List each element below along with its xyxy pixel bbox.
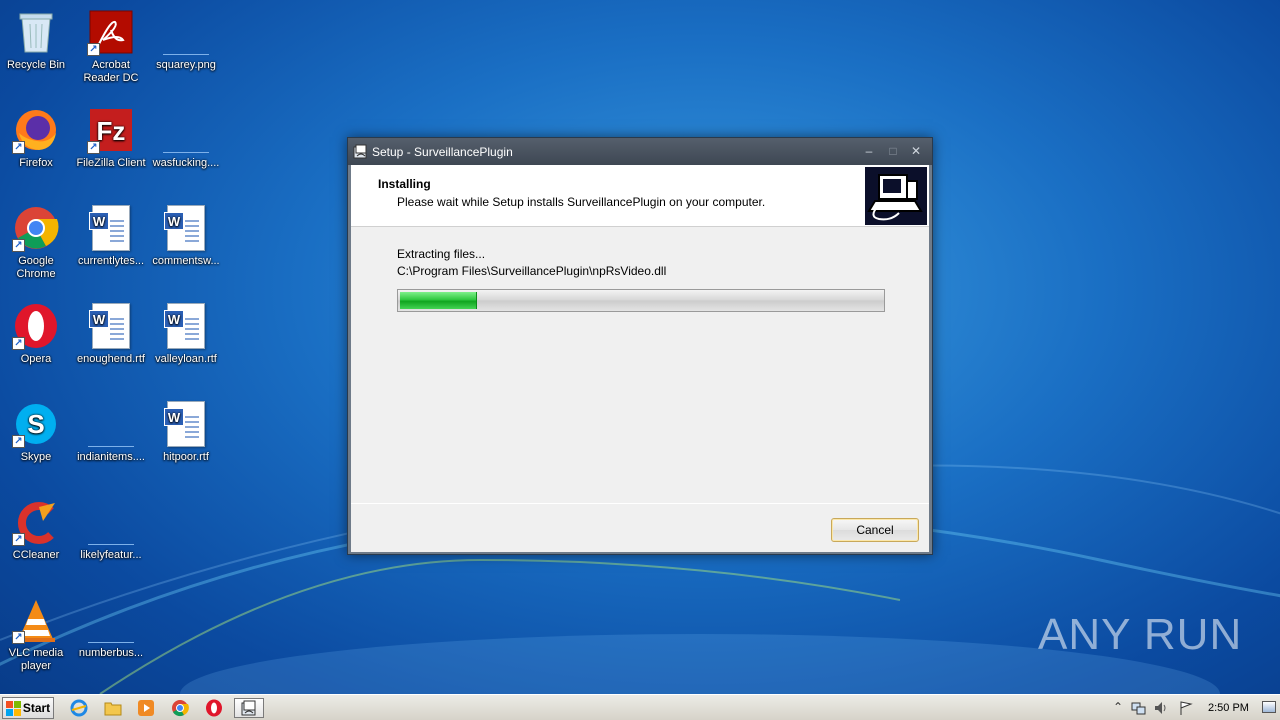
close-button[interactable]: ✕	[907, 143, 925, 159]
desktop-icon-label: currentlytes...	[77, 255, 145, 267]
progress-fill	[400, 292, 478, 309]
file-icon	[88, 619, 134, 643]
maximize-button[interactable]: □	[884, 143, 902, 159]
desktop-icon-label: commentsw...	[152, 255, 220, 267]
desktop-icon-acrobat[interactable]: ↗ Acrobat Reader DC	[73, 8, 149, 85]
desktop-icon-label: numberbus...	[78, 647, 144, 659]
desktop-icon-chrome[interactable]: ↗ Google Chrome	[0, 204, 74, 281]
desktop-icon-currentlytes[interactable]: W currentlytes...	[73, 204, 149, 268]
install-progress-bar	[397, 289, 885, 312]
network-icon[interactable]	[1130, 700, 1146, 716]
desktop-icon-label: Skype	[20, 451, 52, 463]
desktop-icon-squarey[interactable]: squarey.png	[148, 8, 224, 72]
start-label: Start	[22, 701, 51, 715]
recycle-bin-icon	[12, 8, 60, 56]
ccleaner-icon: ↗	[12, 498, 60, 546]
opera-taskbar-icon[interactable]	[203, 698, 225, 718]
page-subtitle: Please wait while Setup installs Surveil…	[397, 195, 766, 209]
setup-app-icon	[353, 144, 369, 160]
window-client-area: Installing Please wait while Setup insta…	[351, 165, 929, 552]
word-doc-icon: W	[89, 205, 130, 251]
word-doc-icon: W	[164, 205, 205, 251]
word-doc-icon: W	[164, 303, 205, 349]
explorer-icon[interactable]	[102, 698, 124, 718]
skype-icon: S ↗	[12, 400, 60, 448]
installer-computer-icon	[865, 167, 927, 225]
setup-taskbar-button[interactable]	[234, 698, 264, 718]
chrome-taskbar-icon[interactable]	[169, 698, 191, 718]
volume-icon[interactable]	[1153, 700, 1169, 716]
system-clock[interactable]: 2:50 PM	[1208, 702, 1249, 714]
desktop-icon-label: indianitems....	[77, 451, 145, 463]
desktop-icon-numberbus[interactable]: numberbus...	[73, 596, 149, 660]
setup-window: Setup - SurveillancePlugin – □ ✕ Install…	[347, 137, 933, 555]
desktop-icon-vlc[interactable]: ↗ VLC media player	[0, 596, 74, 673]
desktop-icon-label: valleyloan.rtf	[155, 353, 217, 365]
ie-icon[interactable]	[68, 698, 90, 718]
svg-text:S: S	[27, 409, 44, 439]
opera-icon: ↗	[12, 302, 60, 350]
desktop-icon-label: Acrobat Reader DC	[83, 59, 139, 84]
desktop-icon-commentsw[interactable]: W commentsw...	[148, 204, 224, 268]
show-hidden-icons-icon[interactable]: ⌃	[1110, 700, 1126, 716]
desktop-icon-filezilla[interactable]: Fz ↗ FileZilla Client	[73, 106, 149, 170]
vlc-icon: ↗	[12, 596, 60, 644]
firefox-icon: ↗	[12, 106, 60, 154]
desktop-icon-label: wasfucking....	[152, 157, 220, 169]
desktop-icon-skype[interactable]: S ↗ Skype	[0, 400, 74, 464]
desktop-icon-label: Firefox	[19, 157, 53, 169]
window-titlebar[interactable]: Setup - SurveillancePlugin – □ ✕	[348, 138, 932, 165]
current-file-path: C:\Program Files\SurveillancePlugin\npRs…	[397, 264, 667, 278]
desktop-icon-label: hitpoor.rtf	[163, 451, 209, 463]
desktop-icon-label: enoughend.rtf	[77, 353, 145, 365]
image-file-icon	[163, 31, 209, 55]
action-center-flag-icon[interactable]	[1178, 700, 1194, 716]
word-doc-icon: W	[89, 303, 130, 349]
windows-logo-icon	[5, 701, 21, 716]
window-title: Setup - SurveillancePlugin	[372, 145, 513, 159]
desktop-icon-indianitems[interactable]: indianitems....	[73, 400, 149, 464]
svg-text:Fz: Fz	[97, 116, 126, 146]
desktop-icon-label: Recycle Bin	[6, 59, 66, 71]
start-button[interactable]: Start	[2, 697, 54, 719]
desktop-icon-likelyfeatur[interactable]: likelyfeatur...	[73, 498, 149, 562]
footer-divider	[351, 503, 929, 504]
file-icon	[88, 521, 134, 545]
desktop-icon-enoughend[interactable]: W enoughend.rtf	[73, 302, 149, 366]
taskbar: Start ⌃ 2:50 PM	[0, 694, 1280, 720]
filezilla-icon: Fz ↗	[87, 106, 135, 154]
anyrun-watermark: ANY RUN	[1038, 610, 1243, 659]
word-doc-icon: W	[164, 401, 205, 447]
desktop-icon-label: likelyfeatur...	[80, 549, 142, 561]
desktop-icon-firefox[interactable]: ↗ Firefox	[0, 106, 74, 170]
minimize-button[interactable]: –	[860, 143, 878, 159]
desktop-icon-hitpoor[interactable]: W hitpoor.rtf	[148, 400, 224, 464]
desktop-icon-label: Opera	[20, 353, 52, 365]
show-desktop-button[interactable]	[1262, 701, 1276, 713]
desktop-icon-ccleaner[interactable]: ↗ CCleaner	[0, 498, 74, 562]
desktop-icon-opera[interactable]: ↗ Opera	[0, 302, 74, 366]
desktop-icon-valleyloan[interactable]: W valleyloan.rtf	[148, 302, 224, 366]
desktop-icon-label: CCleaner	[12, 549, 60, 561]
wizard-header: Installing Please wait while Setup insta…	[351, 165, 929, 227]
acrobat-icon: ↗	[87, 8, 135, 56]
desktop-icon-recycle-bin[interactable]: Recycle Bin	[0, 8, 74, 72]
desktop-icon-label: Google Chrome	[16, 255, 56, 280]
desktop-icon-label: squarey.png	[156, 59, 216, 71]
desktop-icon-wasfucking[interactable]: wasfucking....	[148, 106, 224, 170]
media-player-icon[interactable]	[135, 698, 157, 718]
file-icon	[163, 129, 209, 153]
file-icon	[88, 423, 134, 447]
cancel-button[interactable]: Cancel	[831, 518, 919, 542]
status-text: Extracting files...	[397, 247, 486, 261]
desktop-icon-label: VLC media player	[8, 647, 64, 672]
chrome-icon: ↗	[12, 204, 60, 252]
page-title: Installing	[378, 177, 431, 191]
desktop-icon-label: FileZilla Client	[76, 157, 146, 169]
